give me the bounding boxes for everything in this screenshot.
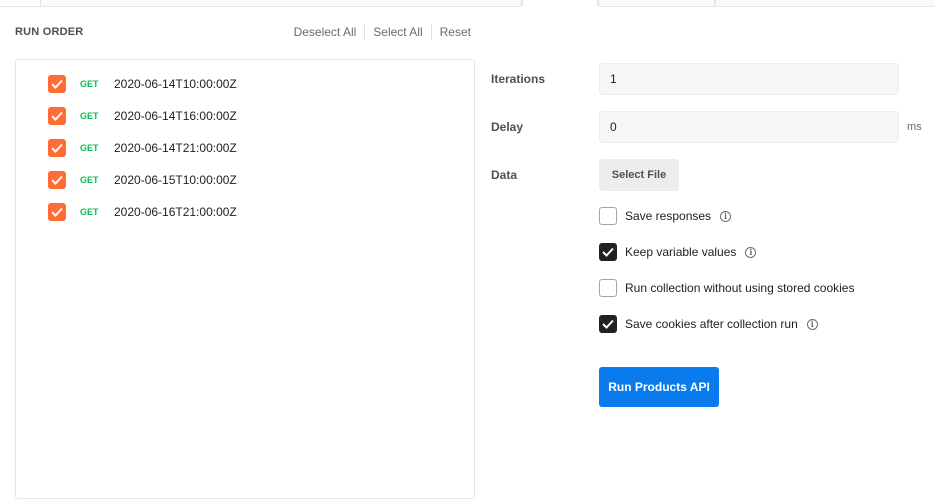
checkmark-icon [602,247,614,257]
deselect-all-button[interactable]: Deselect All [286,24,365,40]
data-label: Data [491,168,518,182]
reset-button[interactable]: Reset [430,24,471,40]
checkmark-icon [51,207,63,217]
request-item[interactable]: GET 2020-06-15T10:00:00Z [48,171,237,189]
run-order-actions: Deselect All Select All Reset [286,24,471,40]
checkmark-icon [602,319,614,329]
run-order-title: RUN ORDER [15,26,84,38]
checkmark-icon [51,143,63,153]
iterations-input[interactable] [599,63,899,95]
request-list: GET 2020-06-14T10:00:00Z GET 2020-06-14T… [15,59,475,499]
request-checkbox[interactable] [48,171,66,189]
save-cookies-checkbox[interactable] [599,315,617,333]
info-icon[interactable]: i [745,246,757,258]
request-method: GET [80,111,99,121]
no-stored-cookies-checkbox[interactable] [599,279,617,297]
delay-input[interactable] [599,111,899,143]
save-cookies-label: Save cookies after collection run [625,317,798,331]
iterations-label: Iterations [491,72,546,86]
request-item[interactable]: GET 2020-06-14T16:00:00Z [48,107,237,125]
request-checkbox[interactable] [48,107,66,125]
save-cookies-option[interactable]: Save cookies after collection run i [599,315,818,333]
select-file-button[interactable]: Select File [599,159,679,191]
request-item[interactable]: GET 2020-06-14T10:00:00Z [48,75,237,93]
select-all-button[interactable]: Select All [364,24,430,40]
top-tab[interactable] [522,0,598,7]
request-item[interactable]: GET 2020-06-14T21:00:00Z [48,139,237,157]
top-tab[interactable] [715,0,935,7]
request-name: 2020-06-14T16:00:00Z [114,109,237,123]
request-checkbox[interactable] [48,139,66,157]
save-responses-label: Save responses [625,209,712,223]
delay-label: Delay [491,120,524,134]
request-method: GET [80,207,99,217]
checkmark-icon [51,111,63,121]
request-name: 2020-06-16T21:00:00Z [114,205,237,219]
delay-unit: ms [907,121,922,133]
checkmark-icon [51,79,63,89]
request-item[interactable]: GET 2020-06-16T21:00:00Z [48,203,237,221]
top-tab[interactable] [40,0,522,7]
save-responses-option[interactable]: Save responses i [599,207,732,225]
request-name: 2020-06-15T10:00:00Z [114,173,237,187]
keep-variable-values-label: Keep variable values [625,245,737,259]
run-collection-button[interactable]: Run Products API [599,367,719,407]
request-name: 2020-06-14T21:00:00Z [114,141,237,155]
request-method: GET [80,79,99,89]
top-tab[interactable] [598,0,715,7]
no-stored-cookies-option[interactable]: Run collection without using stored cook… [599,279,854,297]
save-responses-checkbox[interactable] [599,207,617,225]
request-name: 2020-06-14T10:00:00Z [114,77,237,91]
request-method: GET [80,175,99,185]
keep-variable-values-checkbox[interactable] [599,243,617,261]
keep-variable-values-option[interactable]: Keep variable values i [599,243,757,261]
request-method: GET [80,143,99,153]
info-icon[interactable]: i [720,210,732,222]
checkmark-icon [51,175,63,185]
top-tab-bar [0,0,935,7]
no-stored-cookies-label: Run collection without using stored cook… [625,281,855,295]
request-checkbox[interactable] [48,203,66,221]
request-checkbox[interactable] [48,75,66,93]
info-icon[interactable]: i [806,318,818,330]
